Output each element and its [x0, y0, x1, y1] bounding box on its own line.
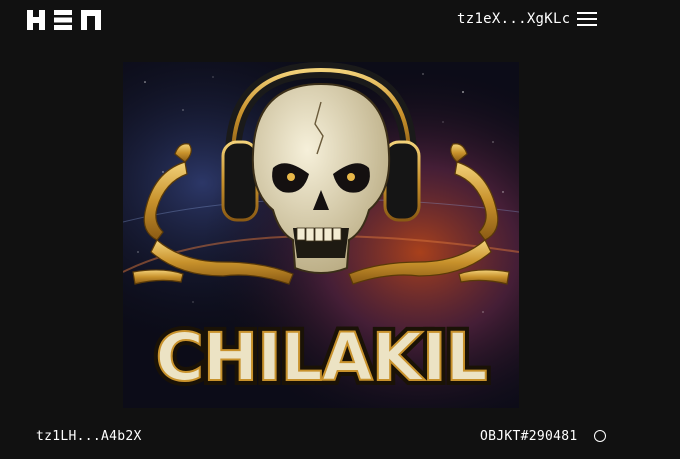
artwork-image[interactable]: CHILAKIL CHILAKIL [123, 62, 519, 408]
hamburger-menu-icon[interactable] [577, 11, 597, 27]
objkt-id-link[interactable]: OBJKT#290481 [480, 429, 578, 444]
header: tz1eX...XgKLc [0, 0, 680, 40]
hen-logo-icon[interactable] [27, 10, 101, 30]
artwork-canvas: CHILAKIL CHILAKIL [123, 62, 519, 408]
wallet-address-link[interactable]: tz1eX...XgKLc [457, 11, 570, 27]
creator-address-link[interactable]: tz1LH...A4b2X [36, 429, 142, 444]
chilakil-logo: CHILAKIL CHILAKIL [150, 314, 492, 401]
circle-icon[interactable] [594, 430, 606, 442]
svg-text:CHILAKIL: CHILAKIL [155, 319, 486, 396]
